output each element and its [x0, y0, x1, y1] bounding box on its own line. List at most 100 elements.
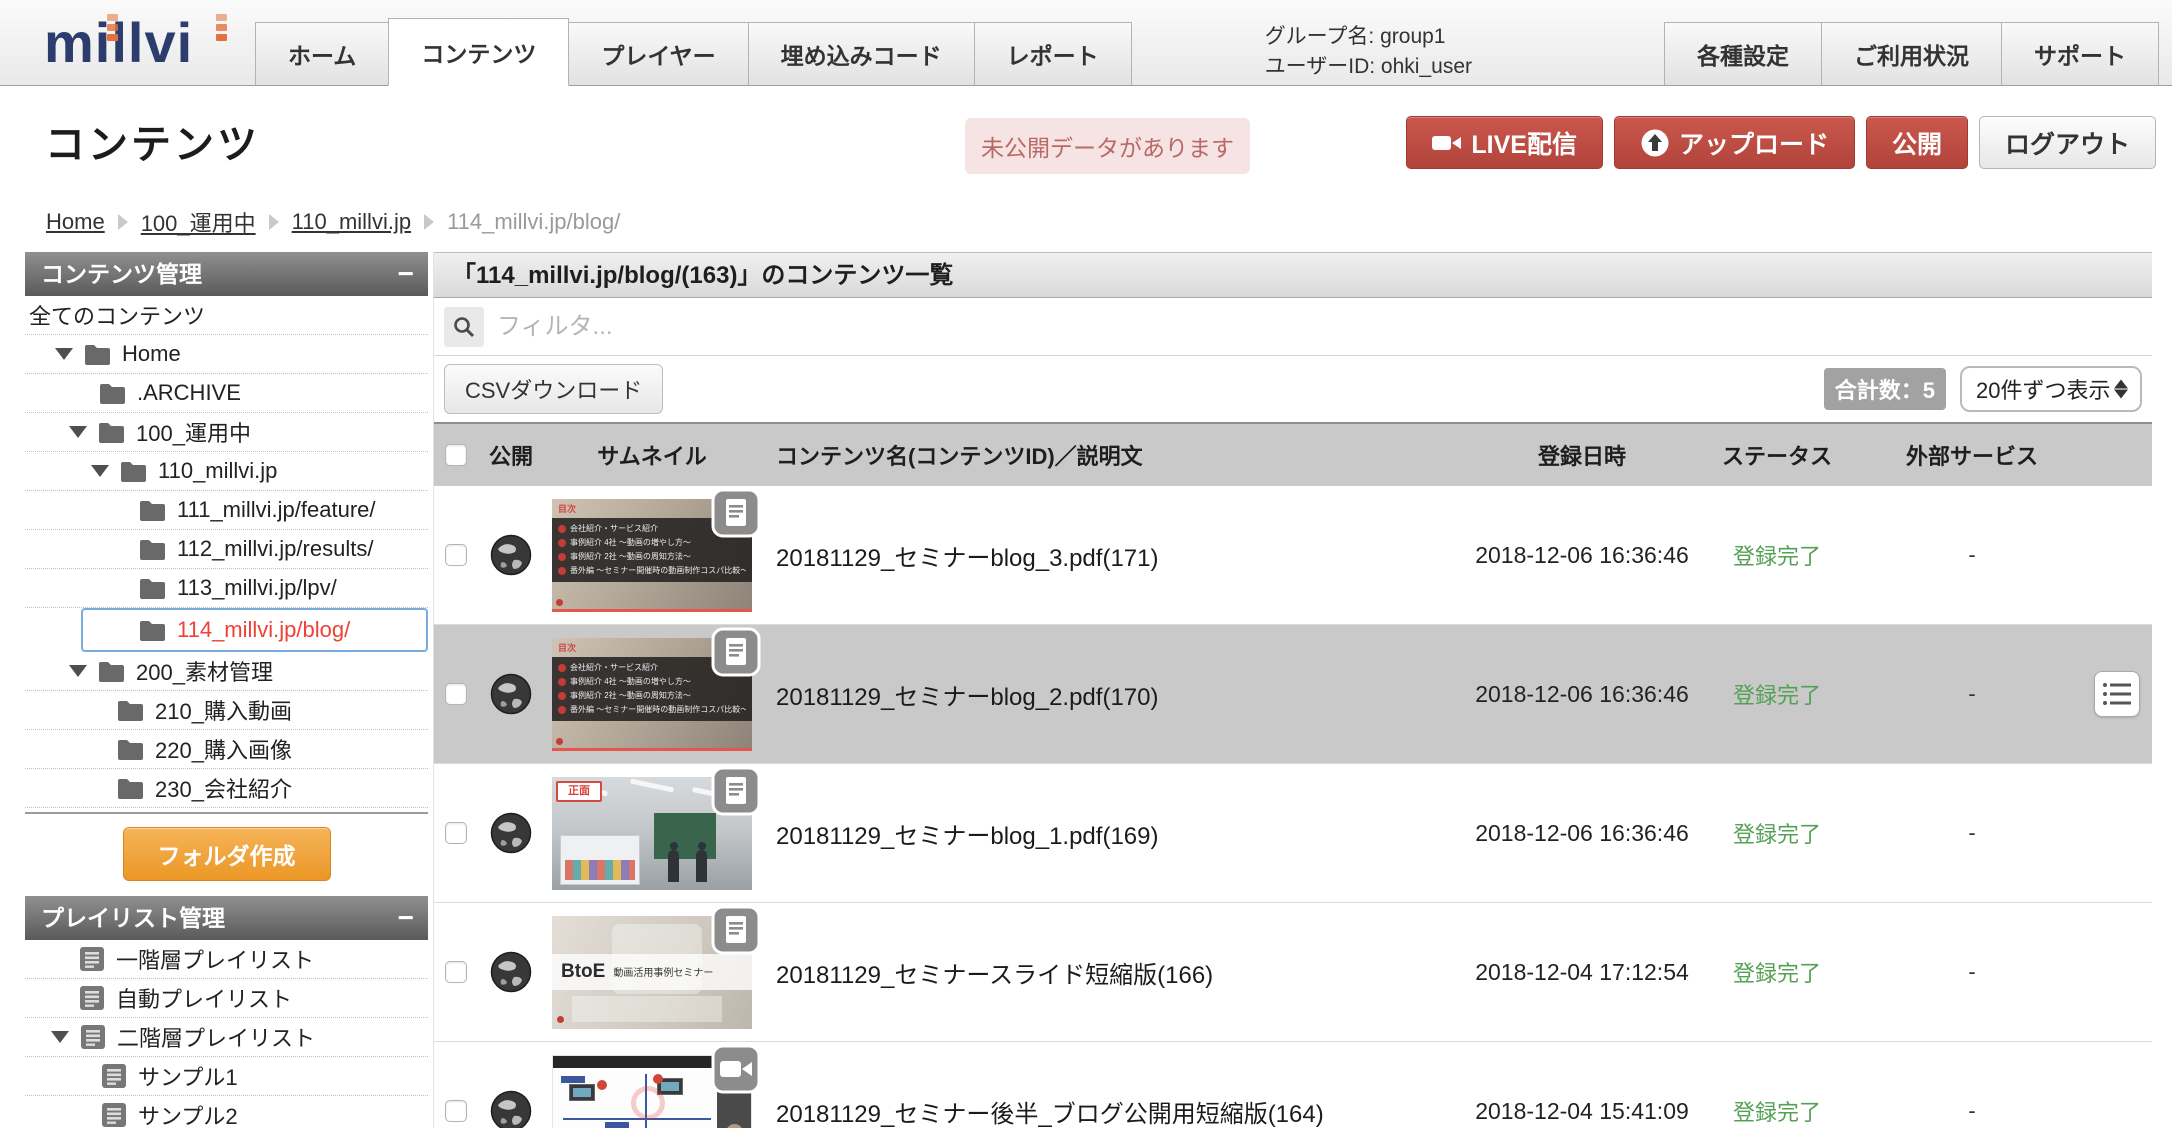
sidebar-folder-item[interactable]: 200_素材管理	[25, 652, 428, 691]
total-count-badge: 合計数：5	[1823, 368, 1946, 410]
globe-public-icon[interactable]	[490, 1090, 532, 1128]
expand-arrow-icon[interactable]	[51, 1031, 69, 1043]
sidebar-folder-item[interactable]: 230_会社紹介	[25, 769, 428, 808]
row-checkbox[interactable]	[445, 544, 467, 566]
top-nav-tab[interactable]: サポート	[2001, 22, 2159, 86]
table-row[interactable]: 20181129_セミナー後半_ブログ公開用短縮版(164) 2018-12-04…	[434, 1042, 2152, 1128]
sidebar-folder-item[interactable]: 110_millvi.jp	[25, 452, 428, 491]
thumbnail[interactable]: 目次 会社紹介・サービス紹介 事例紹介 4社 〜動画の増やし方〜 事例紹介 2社 〜動…	[552, 627, 761, 751]
sidebar-folder-item[interactable]: 113_millvi.jp/lpv/	[25, 569, 428, 608]
tree-item-label: 112_millvi.jp/results/	[177, 536, 374, 561]
globe-public-icon[interactable]	[490, 534, 532, 576]
sidebar-folder-item[interactable]: 114_millvi.jp/blog/	[81, 608, 428, 652]
sidebar-folder-item[interactable]: 111_millvi.jp/feature/	[25, 491, 428, 530]
search-icon	[444, 306, 484, 347]
expand-arrow-icon[interactable]	[69, 665, 87, 677]
logo-accent-bars-right	[216, 14, 227, 41]
top-nav-tab[interactable]: プレイヤー	[568, 22, 749, 86]
globe-public-icon[interactable]	[490, 812, 532, 854]
top-nav-tab[interactable]: 埋め込みコード	[747, 22, 975, 86]
folder-icon	[120, 461, 147, 482]
breadcrumb-separator-icon	[117, 214, 128, 230]
sidebar-folder-item[interactable]: Home	[25, 335, 428, 374]
column-header-external: 外部サービス	[1905, 444, 2038, 469]
breadcrumb-item[interactable]: 110_millvi.jp	[292, 209, 411, 235]
expand-arrow-icon[interactable]	[69, 426, 87, 438]
sidebar-folder-item[interactable]: 220_購入画像	[25, 730, 428, 769]
sidebar-playlist-item[interactable]: サンプル2	[25, 1096, 428, 1128]
folder-icon	[139, 620, 166, 641]
content-name[interactable]: 20181129_セミナーblog_3.pdf(171)	[760, 538, 1472, 573]
external-service-value: -	[1968, 1098, 1976, 1123]
table-row[interactable]: 正面 20181129_セミナーblog_1.pdf(169) 2018-12-06…	[434, 764, 2152, 903]
folder-icon	[98, 661, 125, 682]
breadcrumb-item[interactable]: 100_運用中	[141, 206, 256, 238]
top-nav-tab[interactable]: ホーム	[255, 22, 390, 86]
folder-icon	[98, 422, 125, 443]
table-row[interactable]: BtoE 動画活用事例セミナー 20181129_セミナースライド短縮版(166) 2…	[434, 903, 2152, 1042]
globe-public-icon[interactable]	[490, 673, 532, 715]
millvi-content-management-screen: millvi ホーム コンテンツ プレイヤー 埋め込みコード レポート グループ名: g…	[0, 0, 2172, 1128]
thumbnail[interactable]: 目次 会社紹介・サービス紹介 事例紹介 4社 〜動画の増やし方〜 事例紹介 2社 〜動…	[552, 488, 761, 612]
sidebar-playlist-item[interactable]: 自動プレイリスト	[25, 979, 428, 1018]
select-all-checkbox[interactable]	[445, 444, 467, 466]
group-name-label: グループ名: group1	[1264, 25, 1446, 48]
thumbnail[interactable]	[552, 1044, 761, 1128]
folder-icon	[139, 539, 166, 560]
publish-button[interactable]: 公開	[1865, 116, 1968, 169]
content-name[interactable]: 20181129_セミナー後半_ブログ公開用短縮版(164)	[760, 1094, 1472, 1128]
thumbnail[interactable]: BtoE 動画活用事例セミナー	[552, 905, 761, 1029]
sidebar-item-all-contents[interactable]: 全てのコンテンツ	[25, 296, 428, 335]
sidebar-folder-item[interactable]: 112_millvi.jp/results/	[25, 530, 428, 569]
row-checkbox[interactable]	[445, 1100, 467, 1122]
table-row[interactable]: 目次 会社紹介・サービス紹介 事例紹介 4社 〜動画の増やし方〜 事例紹介 2社 〜動…	[434, 625, 2152, 764]
content-name[interactable]: 20181129_セミナーblog_2.pdf(170)	[760, 677, 1472, 712]
collapse-panel-icon[interactable]: −	[398, 252, 414, 296]
create-folder-button[interactable]: フォルダ作成	[122, 827, 331, 881]
registered-datetime: 2018-12-04 15:41:09	[1475, 1097, 1689, 1124]
page-title: コンテンツ	[45, 123, 260, 167]
upload-arrow-icon	[1640, 128, 1670, 158]
table-header-row: 公開 サムネイル コンテンツ名(コンテンツID)／説明文 登録日時 ステータス …	[434, 422, 2152, 486]
top-nav-tab[interactable]: 各種設定	[1664, 22, 1822, 86]
top-nav-tab[interactable]: レポート	[973, 22, 1132, 86]
millvi-logo[interactable]: millvi	[44, 10, 227, 76]
table-row[interactable]: 目次 会社紹介・サービス紹介 事例紹介 4社 〜動画の増やし方〜 事例紹介 2社 〜動…	[434, 486, 2152, 625]
row-action-menu-button[interactable]	[2094, 671, 2140, 717]
row-checkbox[interactable]	[445, 822, 467, 844]
row-checkbox[interactable]	[445, 961, 467, 983]
live-broadcast-button[interactable]: LIVE配信	[1406, 116, 1603, 169]
sidebar-folder-item[interactable]: 100_運用中	[25, 413, 428, 452]
content-name[interactable]: 20181129_セミナーblog_1.pdf(169)	[760, 816, 1472, 851]
row-checkbox[interactable]	[445, 683, 467, 705]
logout-button[interactable]: ログアウト	[1978, 116, 2156, 169]
content-name[interactable]: 20181129_セミナースライド短縮版(166)	[760, 955, 1472, 990]
external-service-value: -	[1968, 820, 1976, 845]
status-label: 登録完了	[1732, 822, 1821, 847]
sidebar-playlist-item[interactable]: 二階層プレイリスト	[25, 1018, 428, 1057]
user-info: グループ名: group1 ユーザーID: ohki_user	[1265, 22, 1472, 82]
top-nav-tab[interactable]: ご利用状況	[1821, 22, 2002, 86]
thumbnail[interactable]: 正面	[552, 766, 761, 890]
per-page-select[interactable]: 20件ずつ表示	[1960, 366, 2142, 412]
sidebar-playlist-item[interactable]: 一階層プレイリスト	[25, 940, 428, 979]
filter-input[interactable]	[497, 312, 2142, 341]
registered-datetime: 2018-12-06 16:36:46	[1475, 541, 1689, 568]
list-menu-icon	[2103, 683, 2131, 705]
content-list-panel: 「114_millvi.jp/blog/(163)」のコンテンツ一覧 CSVダウ…	[433, 252, 2152, 1128]
sidebar-folder-item[interactable]: 210_購入動画	[25, 691, 428, 730]
globe-public-icon[interactable]	[490, 951, 532, 993]
expand-arrow-icon[interactable]	[55, 348, 73, 360]
breadcrumb-item[interactable]: Home	[46, 209, 105, 235]
sidebar-playlist-item[interactable]: サンプル1	[25, 1057, 428, 1096]
top-nav-tab[interactable]: コンテンツ	[388, 18, 570, 86]
sidebar-folder-item[interactable]: .ARCHIVE	[25, 374, 428, 413]
csv-download-button[interactable]: CSVダウンロード	[444, 364, 664, 414]
expand-arrow-icon[interactable]	[91, 465, 109, 477]
tree-item-label: 210_購入動画	[155, 699, 292, 724]
collapse-panel-icon[interactable]: −	[398, 896, 414, 940]
filter-bar	[434, 298, 2152, 356]
upload-button[interactable]: アップロード	[1613, 116, 1855, 169]
content-rows: 目次 会社紹介・サービス紹介 事例紹介 4社 〜動画の増やし方〜 事例紹介 2社 〜動…	[434, 486, 2152, 1128]
column-header-registered: 登録日時	[1537, 444, 1626, 469]
